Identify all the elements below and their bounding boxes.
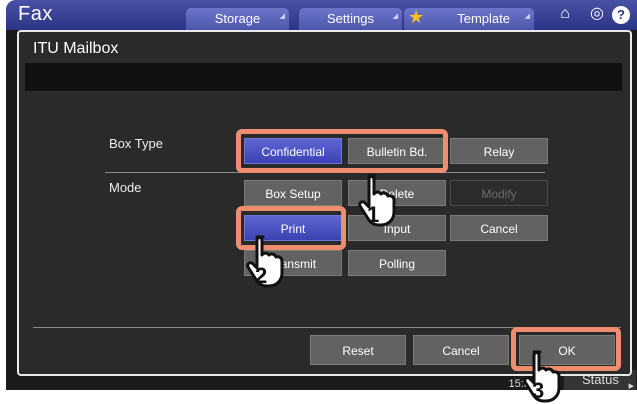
chevron-down-icon: ◢ — [279, 13, 285, 20]
pointing-hand-icon: 3 — [523, 350, 561, 403]
cancel-button[interactable]: Cancel — [413, 335, 509, 365]
mode-label: Mode — [109, 180, 142, 195]
reset-button[interactable]: Reset — [310, 335, 406, 365]
highlight-box-type — [236, 129, 448, 173]
itu-mailbox-dialog: ITU Mailbox Box Type Confidential Bullet… — [17, 30, 632, 376]
message-bar — [25, 63, 622, 91]
chevron-down-icon: ◢ — [524, 13, 530, 20]
tab-storage[interactable]: Storage ◢ — [186, 8, 289, 30]
pointing-hand-icon: 2 — [246, 235, 284, 288]
callout-number: 2 — [255, 263, 267, 288]
screen: Fax Storage ◢ Settings ◢ ★ Template ◢ ⌂ … — [0, 0, 637, 404]
tab-settings[interactable]: Settings ◢ — [299, 8, 402, 30]
pointing-hand-icon: 1 — [358, 174, 396, 227]
cancel-mode-button[interactable]: Cancel — [450, 215, 548, 241]
app-title: Fax — [18, 3, 53, 25]
chevron-right-icon: ▶ — [628, 383, 634, 390]
chevron-down-icon: ◢ — [392, 13, 398, 20]
home-icon[interactable]: ⌂ — [554, 4, 576, 24]
polling-button[interactable]: Polling — [348, 250, 446, 276]
help-icon[interactable]: ? — [612, 6, 630, 24]
tab-storage-label: Storage — [214, 11, 261, 26]
relay-button[interactable]: Relay — [450, 138, 548, 164]
tab-settings-label: Settings — [327, 11, 374, 26]
dialog-title: ITU Mailbox — [33, 40, 119, 57]
callout-number: 1 — [367, 202, 379, 227]
globe-icon[interactable]: ◎ — [586, 4, 608, 24]
top-bar: Fax Storage ◢ Settings ◢ ★ Template ◢ ⌂ … — [6, 0, 637, 30]
star-icon: ★ — [408, 7, 425, 27]
tab-template[interactable]: ★ Template ◢ — [404, 7, 534, 30]
box-setup-button[interactable]: Box Setup — [244, 180, 342, 206]
tab-template-label: Template — [457, 11, 510, 26]
box-type-label: Box Type — [109, 136, 163, 151]
callout-number: 3 — [532, 378, 544, 403]
modify-button: Modify — [450, 180, 548, 206]
